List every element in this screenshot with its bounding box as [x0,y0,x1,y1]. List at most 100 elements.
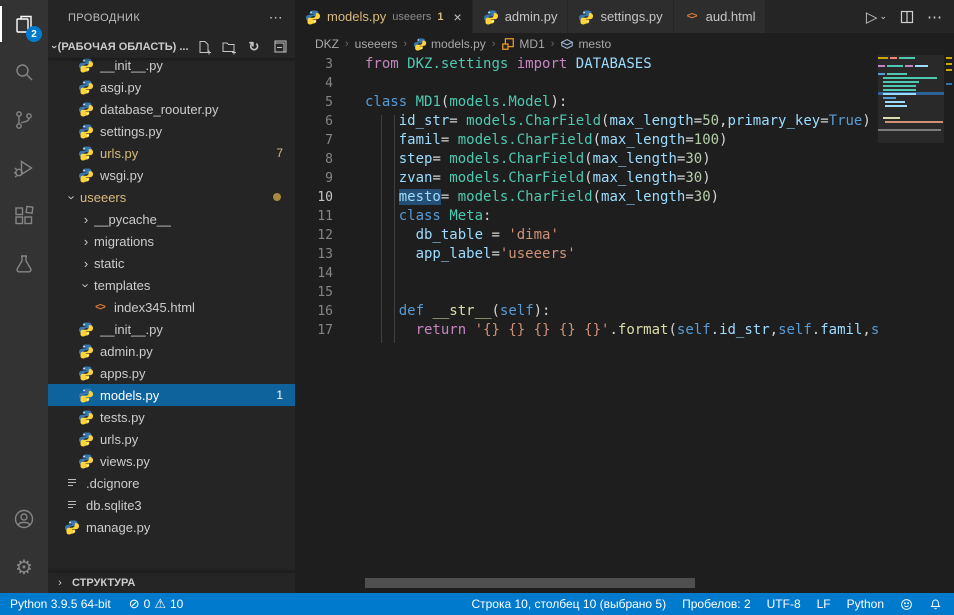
python-file-icon [78,387,94,403]
feedback-icon[interactable] [900,598,913,611]
minimap-line [899,57,915,59]
warning-icon: ⚠ [154,596,166,612]
eol-setting[interactable]: LF [817,597,831,611]
tree-item-admin.py[interactable]: admin.py [48,340,295,362]
activitybar-search[interactable] [0,48,48,96]
close-icon[interactable]: × [454,9,462,25]
breadcrumb-item-models.py[interactable]: models.py [413,37,486,51]
tree-item-.dcignore[interactable]: .dcignore [48,472,295,494]
chevron-right-icon: › [52,577,68,589]
tab-aud.html[interactable]: <>aud.html [674,0,767,33]
python-file-icon [78,409,94,425]
breadcrumb-item-DKZ[interactable]: DKZ [315,37,339,51]
tree-item-models.py[interactable]: models.py1 [48,384,295,406]
activitybar-settings[interactable]: ⚙ [0,543,48,591]
code-line-14[interactable]: 14 [295,264,878,283]
tree-item-tests.py[interactable]: tests.py [48,406,295,428]
tree-item-views.py[interactable]: views.py [48,450,295,472]
run-button[interactable]: ▷⌄ [866,8,887,26]
minimap-line [885,121,943,123]
code-line-6[interactable]: 6 id_str= models.CharField(max_length=50… [295,112,878,131]
tree-item-useeers[interactable]: ›useeers [48,186,295,208]
tree-item-urls.py[interactable]: urls.py7 [48,142,295,164]
code-line-7[interactable]: 7 famil= models.CharField(max_length=100… [295,131,878,150]
activitybar-run-debug[interactable] [0,144,48,192]
tree-item-templates[interactable]: ›templates [48,274,295,296]
activitybar-source-control[interactable] [0,96,48,144]
line-number: 17 [295,321,341,340]
python-file-icon [64,519,80,535]
minimap-line [878,129,941,131]
code-line-8[interactable]: 8 step= models.CharField(max_length=30) [295,150,878,169]
tree-item-manage.py[interactable]: manage.py [48,516,295,538]
new-file-icon[interactable] [196,39,212,55]
tree-item-urls.py[interactable]: urls.py [48,428,295,450]
new-folder-icon[interactable] [221,39,237,55]
code-line-9[interactable]: 9 zvan= models.CharField(max_length=30) [295,169,878,188]
code-line-16[interactable]: 16 def __str__(self): [295,302,878,321]
breadcrumb-item-mesto[interactable]: mesto [560,37,611,51]
file-file-icon [64,475,80,491]
code-line-15[interactable]: 15 [295,283,878,302]
tree-item-apps.py[interactable]: apps.py [48,362,295,384]
tree-item-__pycache__[interactable]: ›__pycache__ [48,208,295,230]
vertical-scrollbar[interactable] [944,55,954,578]
activitybar-explorer[interactable]: 2 [0,0,48,48]
collapse-all-icon[interactable] [271,39,287,55]
activitybar-testing[interactable] [0,240,48,288]
activitybar-account[interactable] [0,495,48,543]
tree-item-index345.html[interactable]: <>index345.html [48,296,295,318]
tab-settings.py[interactable]: settings.py [568,0,673,33]
overview-ruler-mark [946,63,952,65]
notifications-bell-icon[interactable] [929,598,942,611]
tree-item-migrations[interactable]: ›migrations [48,230,295,252]
overview-ruler-mark [946,83,952,85]
outline-section-header[interactable]: › СТРУКТУРА [48,572,295,593]
split-editor-button[interactable] [899,9,915,25]
tab-admin.py[interactable]: admin.py [473,0,569,33]
problems-indicator[interactable]: ⊘ 0 ⚠ 10 [129,596,184,612]
explorer-more-icon[interactable]: ⋯ [269,9,283,26]
tab-models.py[interactable]: models.pyuseeers1× [295,0,473,33]
activitybar-extensions[interactable] [0,192,48,240]
code-line-10[interactable]: 10 mesto= models.CharField(max_length=30… [295,188,878,207]
cursor-position[interactable]: Строка 10, столбец 10 (выбрано 5) [471,597,666,611]
language-mode[interactable]: Python [847,597,884,611]
workspace-section-header[interactable]: › (РАБОЧАЯ ОБЛАСТЬ) ... ↻ [48,35,295,58]
breadcrumb-item-MD1[interactable]: MD1 [501,37,544,51]
outline-label: СТРУКТУРА [72,577,135,589]
code-editor[interactable]: 3from DKZ.settings import DATABASES45cla… [295,55,878,578]
chevron-down-icon: › [65,189,80,205]
tree-item-__init__.py[interactable]: __init__.py [48,318,295,340]
breadcrumb-separator: › [551,38,555,50]
code-line-12[interactable]: 12 db_table = 'dima' [295,226,878,245]
class-icon [501,37,515,51]
tree-item-static[interactable]: ›static [48,252,295,274]
tree-item-wsgi.py[interactable]: wsgi.py [48,164,295,186]
tree-item-settings.py[interactable]: settings.py [48,120,295,142]
code-line-3[interactable]: 3from DKZ.settings import DATABASES [295,55,878,74]
breadcrumb: DKZ›useeers›models.py›MD1›mesto [295,33,954,55]
indentation-setting[interactable]: Пробелов: 2 [682,597,751,611]
tree-item-database_roouter.py[interactable]: database_roouter.py [48,98,295,120]
encoding-setting[interactable]: UTF-8 [767,597,801,611]
code-line-4[interactable]: 4 [295,74,878,93]
horizontal-scrollbar[interactable] [365,578,695,588]
line-number: 4 [295,74,341,93]
minimap[interactable] [878,55,944,578]
python-interpreter[interactable]: Python 3.9.5 64-bit [10,597,111,611]
tab-problems-badge: 1 [437,11,443,23]
minimap-line [905,65,913,67]
chevron-down-icon: › [48,45,60,49]
editor-more-actions[interactable]: ⋯ [927,8,942,26]
code-line-13[interactable]: 13 app_label='useeers' [295,245,878,264]
code-line-5[interactable]: 5class MD1(models.Model): [295,93,878,112]
minimap-line [915,65,928,67]
refresh-icon[interactable]: ↻ [246,39,262,55]
tree-item-asgi.py[interactable]: asgi.py [48,76,295,98]
tree-item-db.sqlite3[interactable]: db.sqlite3 [48,494,295,516]
code-line-17[interactable]: 17 return '{} {} {} {} {}'.format(self.i… [295,321,878,340]
line-number: 8 [295,150,341,169]
breadcrumb-item-useeers[interactable]: useeers [355,37,398,51]
code-line-11[interactable]: 11 class Meta: [295,207,878,226]
